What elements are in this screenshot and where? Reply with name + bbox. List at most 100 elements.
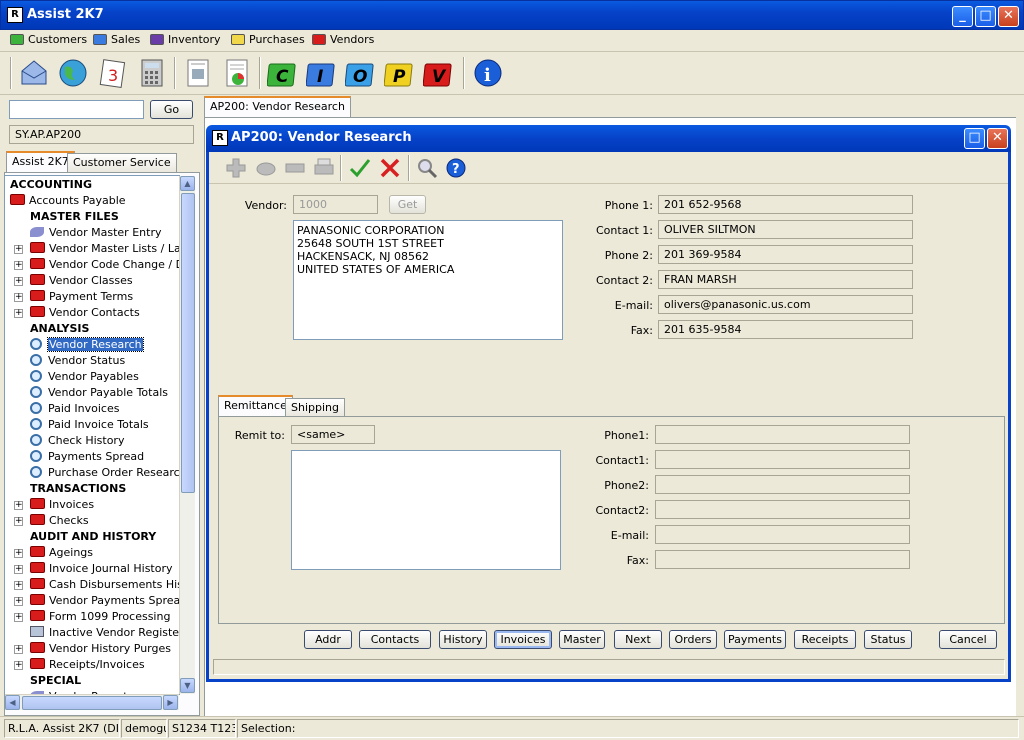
expand-icon[interactable]: + — [14, 645, 23, 654]
tree-item[interactable]: Payments Spread — [30, 450, 144, 464]
tree-item[interactable]: Receipts/Invoices — [30, 658, 145, 672]
menu-sales[interactable]: Sales — [93, 33, 140, 46]
order-letter-icon[interactable]: O — [344, 57, 377, 89]
globe-icon[interactable] — [57, 57, 89, 89]
expand-icon[interactable]: + — [14, 517, 23, 526]
cancel-icon[interactable] — [379, 157, 401, 179]
accept-icon[interactable] — [349, 157, 371, 179]
expand-icon[interactable]: + — [14, 597, 23, 606]
tree-folder[interactable]: Accounts Payable — [10, 194, 126, 208]
menu-vendors[interactable]: Vendors — [312, 33, 374, 46]
tree-item[interactable]: Vendor Payables — [30, 370, 139, 384]
maximize-button[interactable]: □ — [975, 6, 996, 27]
expand-icon[interactable]: + — [14, 309, 23, 318]
contacts-button[interactable]: Contacts — [359, 630, 431, 649]
tree-item[interactable]: Vendor Master Lists / Labels — [30, 242, 179, 256]
tree-item[interactable]: Purchase Order Research — [30, 466, 179, 480]
phone1-field[interactable]: 201 652-9568 — [658, 195, 913, 214]
tree-item[interactable]: Vendor Status — [30, 354, 125, 368]
edit-icon[interactable] — [284, 157, 306, 179]
tab-assist-2k7[interactable]: Assist 2K7 — [6, 151, 75, 173]
go-button[interactable]: Go — [150, 100, 193, 119]
tree-item[interactable]: Invoice Journal History — [30, 562, 173, 576]
calculator-icon[interactable] — [136, 57, 168, 89]
calendar-icon[interactable]: 3 — [96, 57, 128, 89]
scroll-right-button[interactable]: ▶ — [163, 695, 178, 710]
tab-ap200[interactable]: AP200: Vendor Research — [204, 96, 351, 117]
tree-item[interactable]: Vendor Research — [30, 337, 144, 352]
mail-icon[interactable] — [18, 57, 50, 89]
tree-item[interactable]: Vendor Classes — [30, 274, 133, 288]
payments-button[interactable]: Payments — [724, 630, 786, 649]
delete-icon[interactable] — [255, 157, 277, 179]
tree-item[interactable]: Vendor Payable Totals — [30, 386, 168, 400]
tree-horizontal-scrollbar[interactable]: ◀ ▶ — [5, 694, 179, 710]
customer-letter-icon[interactable]: C — [266, 57, 299, 89]
expand-icon[interactable]: + — [14, 549, 23, 558]
tab-shipping[interactable]: Shipping — [285, 398, 345, 417]
status-button[interactable]: Status — [864, 630, 912, 649]
expand-icon[interactable]: + — [14, 613, 23, 622]
expand-icon[interactable]: + — [14, 245, 23, 254]
expand-icon[interactable]: + — [14, 661, 23, 670]
expand-icon[interactable]: + — [14, 277, 23, 286]
get-button[interactable]: Get — [389, 195, 426, 214]
search-input[interactable] — [9, 100, 144, 119]
next-button[interactable]: Next — [614, 630, 662, 649]
master-button[interactable]: Master — [559, 630, 605, 649]
tree-vertical-scrollbar[interactable]: ▲ ▼ — [179, 176, 195, 694]
window-close-button[interactable]: ✕ — [987, 128, 1008, 149]
email-field[interactable]: olivers@panasonic.us.com — [658, 295, 913, 314]
orders-button[interactable]: Orders — [669, 630, 717, 649]
remit-contact2-field[interactable] — [655, 500, 910, 519]
fax-field[interactable]: 201 635-9584 — [658, 320, 913, 339]
contact1-field[interactable]: OLIVER SILTMON — [658, 220, 913, 239]
remit-fax-field[interactable] — [655, 550, 910, 569]
tab-customer-service[interactable]: Customer Service — [67, 153, 177, 173]
tree-item[interactable]: Vendor Master Entry — [30, 226, 161, 240]
cancel-button[interactable]: Cancel — [939, 630, 997, 649]
report-icon[interactable] — [182, 57, 214, 89]
menu-purchases[interactable]: Purchases — [231, 33, 305, 46]
window-maximize-button[interactable]: □ — [964, 128, 985, 149]
tree-item[interactable]: Payment Terms — [30, 290, 133, 304]
tree-item[interactable]: Paid Invoice Totals — [30, 418, 149, 432]
expand-icon[interactable]: + — [14, 501, 23, 510]
remit-to-field[interactable]: <same> — [291, 425, 375, 444]
scroll-left-button[interactable]: ◀ — [5, 695, 20, 710]
tree-item[interactable]: Vendor History Purges — [30, 642, 171, 656]
remit-address-box[interactable] — [291, 450, 561, 570]
expand-icon[interactable]: + — [14, 565, 23, 574]
tree-item[interactable]: Vendor Code Change / Delete — [30, 258, 179, 272]
search-icon[interactable] — [416, 157, 438, 179]
tree-item[interactable]: Ageings — [30, 546, 93, 560]
tree-item[interactable]: Form 1099 Processing — [30, 610, 170, 624]
menu-customers[interactable]: Customers — [10, 33, 87, 46]
remit-phone2-field[interactable] — [655, 475, 910, 494]
scroll-thumb[interactable] — [181, 193, 195, 493]
invoices-button[interactable]: Invoices — [494, 630, 552, 649]
phone2-field[interactable]: 201 369-9584 — [658, 245, 913, 264]
chart-icon[interactable] — [221, 57, 253, 89]
tree-item[interactable]: Inactive Vendor Register — [30, 626, 179, 640]
expand-icon[interactable]: + — [14, 293, 23, 302]
close-button[interactable]: ✕ — [998, 6, 1019, 27]
tab-remittance[interactable]: Remittance — [218, 395, 293, 417]
tree-item[interactable]: Vendor Contacts — [30, 306, 140, 320]
menu-inventory[interactable]: Inventory — [150, 33, 221, 46]
contact2-field[interactable]: FRAN MARSH — [658, 270, 913, 289]
remit-email-field[interactable] — [655, 525, 910, 544]
horizontal-scroll-thumb[interactable] — [22, 696, 162, 710]
receipts-button[interactable]: Receipts — [794, 630, 856, 649]
add-icon[interactable] — [225, 157, 247, 179]
inventory-letter-icon[interactable]: I — [305, 57, 338, 89]
tree-item[interactable]: Vendor Payments Spread Report — [30, 594, 179, 608]
tree-item[interactable]: Checks — [30, 514, 89, 528]
tree-item[interactable]: Cash Disbursements History — [30, 578, 179, 592]
vendor-field[interactable]: 1000 — [293, 195, 378, 214]
tree-item[interactable]: Invoices — [30, 498, 94, 512]
history-button[interactable]: History — [439, 630, 487, 649]
info-icon[interactable]: i — [472, 57, 504, 89]
remit-contact1-field[interactable] — [655, 450, 910, 469]
print-icon[interactable] — [313, 157, 335, 179]
